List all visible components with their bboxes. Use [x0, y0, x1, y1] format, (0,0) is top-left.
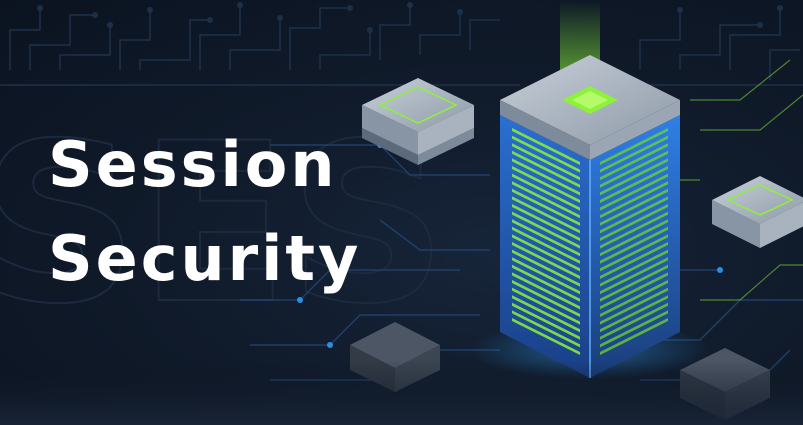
session-security-banner: SES Session Security — [0, 0, 803, 425]
server-rack-icon — [470, 55, 710, 380]
title-line-2: Security — [48, 222, 362, 295]
circuit-board-pattern — [0, 5, 803, 86]
chip-icon — [712, 176, 803, 248]
banner-title: Session Security — [48, 118, 361, 306]
title-line-1: Session — [48, 128, 338, 201]
